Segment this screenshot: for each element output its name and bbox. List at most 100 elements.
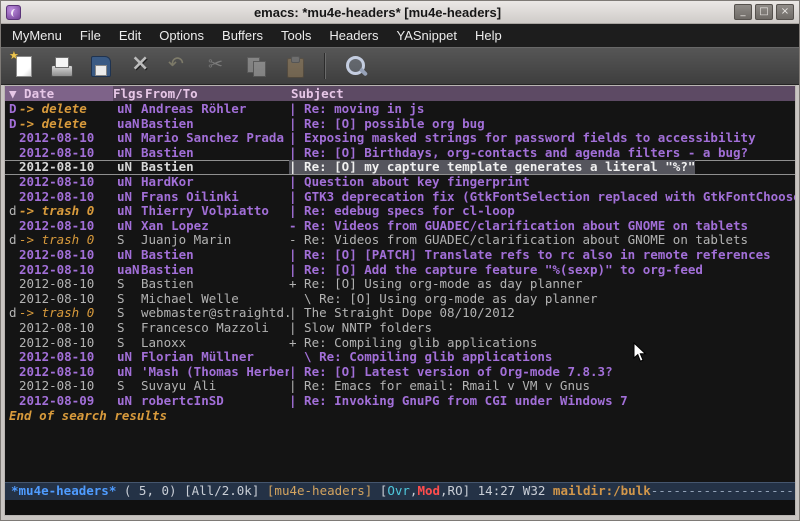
message-subject: | The Straight Dope 08/10/2012 [289,306,795,321]
new-file-icon[interactable] [9,53,35,79]
modeline-flag-close: ,RO] [440,483,470,498]
message-mark [9,292,19,307]
message-from: Bastien [141,160,289,175]
modeline-position: ( 5, 0) [116,483,176,498]
message-mark [9,219,19,234]
header-col-subject[interactable]: Subject [285,86,795,101]
message-from: Lanoxx [141,336,289,351]
message-date: 2012-08-10 [19,146,117,161]
message-row[interactable]: 2012-08-10uNBastien| Re: [O] [PATCH] Tra… [5,248,795,263]
end-of-search-results: End of search results [5,408,795,423]
close-buffer-icon[interactable] [126,53,152,79]
message-row[interactable]: 2012-08-09uNrobertcInSD| Re: Invoking Gn… [5,394,795,409]
search-icon[interactable] [342,53,368,79]
close-button[interactable]: × [776,4,794,20]
message-date: 2012-08-10 [19,277,117,292]
message-row[interactable]: 2012-08-10uNXan Lopez- Re: Videos from G… [5,219,795,234]
minimize-button[interactable]: _ [734,4,752,20]
message-flags: uN [117,175,141,190]
message-from: Francesco Mazzoli [141,321,289,336]
message-row[interactable]: 2012-08-10uNHardKor| Question about key … [5,175,795,190]
message-subject: | Re: Emacs for email: Rmail v VM v Gnus [289,379,795,394]
message-date: 2012-08-10 [19,292,117,307]
message-flags: S [117,321,141,336]
message-date: -> trash 0 [19,233,117,248]
message-list: D-> deleteuNAndreas Röhler| Re: moving i… [5,101,795,482]
message-subject: - Re: Videos from GUADEC/clarification a… [289,233,795,248]
message-row[interactable]: 2012-08-10SLanoxx+ Re: Compiling glib ap… [5,336,795,351]
message-row[interactable]: D-> deleteuaNBastien| Re: [O] possible o… [5,117,795,132]
mode-line[interactable]: *mu4e-headers* ( 5, 0) [All/2.0k] [mu4e-… [5,482,795,500]
message-subject: \ Re: Compiling glib applications [289,350,795,365]
menu-item-file[interactable]: File [71,24,110,47]
message-row[interactable]: 2012-08-10uNBastien| Re: [O] my capture … [5,160,795,175]
message-date: 2012-08-10 [19,365,117,380]
header-col-flags[interactable]: Flgs [113,86,137,101]
message-mark [9,336,19,351]
message-flags: uN [117,394,141,409]
message-subject: | Re: Invoking GnuPG from CGI under Wind… [289,394,795,409]
toolbar-separator [324,53,326,79]
message-date: 2012-08-10 [19,160,117,175]
modeline-overwrite-indicator: Ovr [387,483,410,498]
menu-item-options[interactable]: Options [150,24,213,47]
message-date: 2012-08-10 [19,248,117,263]
message-subject: | Re: [O] Latest version of Org-mode 7.8… [289,365,795,380]
message-row[interactable]: 2012-08-10SBastien+ Re: [O] Using org-mo… [5,277,795,292]
message-mark: D [9,117,19,132]
message-mark [9,263,19,278]
menu-item-mymenu[interactable]: MyMenu [3,24,71,47]
menu-item-buffers[interactable]: Buffers [213,24,272,47]
message-mark [9,190,19,205]
message-from: Bastien [141,146,289,161]
message-subject: - Re: Videos from GUADEC/clarification a… [289,219,795,234]
modeline-dashes: ----------------------------------------… [651,483,795,498]
message-from: Bastien [141,248,289,263]
message-flags: S [117,292,141,307]
menu-item-yasnippet[interactable]: YASnippet [387,24,465,47]
emacs-window: emacs: *mu4e-headers* [mu4e-headers] _ □… [0,0,800,521]
message-date: 2012-08-10 [19,190,117,205]
header-col-from[interactable]: From/To [137,86,285,101]
message-row[interactable]: d-> trash 0Swebmaster@straightd...| The … [5,306,795,321]
message-row[interactable]: D-> deleteuNAndreas Röhler| Re: moving i… [5,102,795,117]
message-subject: | Re: [O] Birthdays, org-contacts and ag… [289,146,795,161]
message-subject: | Exposing masked strings for password f… [289,131,795,146]
message-row[interactable]: 2012-08-10uNBastien| Re: [O] Birthdays, … [5,146,795,161]
message-row[interactable]: 2012-08-10SSuvayu Ali| Re: Emacs for ema… [5,379,795,394]
toolbar [1,47,799,85]
echo-area[interactable] [5,500,795,515]
menu-bar: MyMenuFileEditOptionsBuffersToolsHeaders… [1,24,799,47]
message-from: Mario Sanchez Prada [141,131,289,146]
menu-item-help[interactable]: Help [466,24,511,47]
save-icon[interactable] [87,53,113,79]
message-flags: uN [117,219,141,234]
message-subject: | Re: [O] [PATCH] Translate refs to rc a… [289,248,795,263]
message-subject: + Re: Compiling glib applications [289,336,795,351]
menu-item-edit[interactable]: Edit [110,24,150,47]
header-col-date[interactable]: ▼ Date [5,86,113,101]
message-subject: + Re: [O] Using org-mode as day planner [289,277,795,292]
message-row[interactable]: 2012-08-10SFrancesco Mazzoli| Slow NNTP … [5,321,795,336]
menu-item-tools[interactable]: Tools [272,24,320,47]
maximize-button[interactable]: □ [755,4,773,20]
message-mark [9,379,19,394]
message-row[interactable]: 2012-08-10uN'Mash (Thomas Herbert)| Re: … [5,365,795,380]
message-date: 2012-08-09 [19,394,117,409]
modeline-time: 14:27 [470,483,515,498]
message-flags: uN [117,204,141,219]
message-row[interactable]: 2012-08-10uaNBastien| Re: [O] Add the ca… [5,263,795,278]
message-row[interactable]: 2012-08-10uNMario Sanchez Prada| Exposin… [5,131,795,146]
print-icon[interactable] [48,53,74,79]
menu-item-headers[interactable]: Headers [320,24,387,47]
message-subject: | Re: edebug specs for cl-loop [289,204,795,219]
message-row[interactable]: 2012-08-10uNFlorian Müllner \ Re: Compil… [5,350,795,365]
message-subject: | Slow NNTP folders [289,321,795,336]
message-row[interactable]: d-> trash 0SJuanjo Marin- Re: Videos fro… [5,233,795,248]
message-from: webmaster@straightd... [141,306,289,321]
message-row[interactable]: d-> trash 0uNThierry Volpiatto| Re: edeb… [5,204,795,219]
message-row[interactable]: 2012-08-10SMichael Welle \ Re: [O] Using… [5,292,795,307]
message-row[interactable]: 2012-08-10uNFrans Oilinki| GTK3 deprecat… [5,190,795,205]
message-subject: | Re: [O] Add the capture feature "%(sex… [289,263,795,278]
message-subject: \ Re: [O] Using org-mode as day planner [289,292,795,307]
